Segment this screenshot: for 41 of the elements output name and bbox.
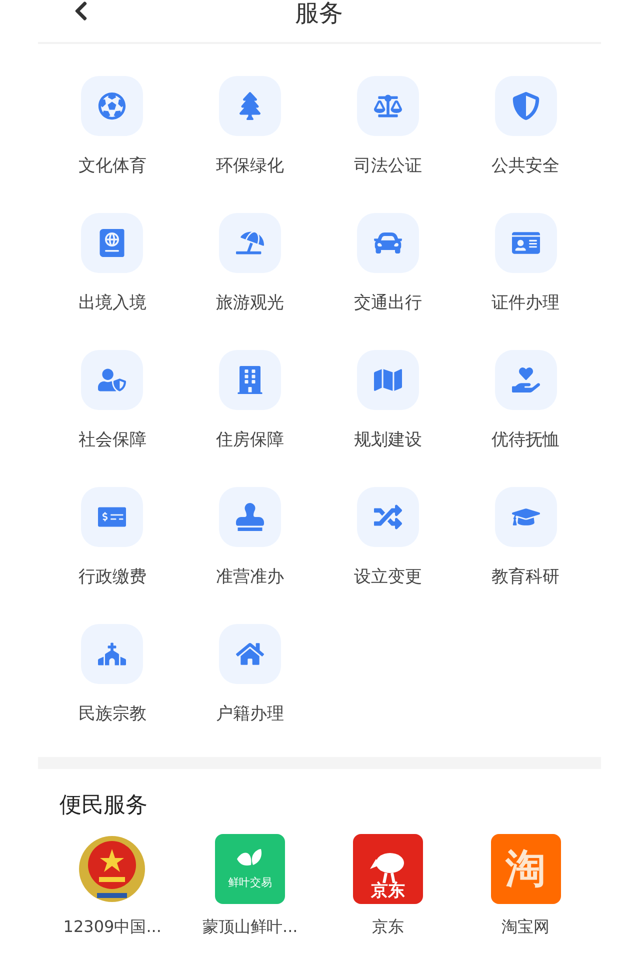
service-item[interactable]: 社会保障 — [44, 350, 182, 449]
map-icon — [374, 366, 402, 394]
service-item[interactable]: 民族宗教 — [44, 624, 182, 723]
user-shield-icon — [98, 366, 126, 394]
church-icon — [98, 640, 126, 668]
app-item[interactable]: 鲜叶交易 蒙顶山鲜叶... — [181, 833, 319, 935]
app-item[interactable]: 京东 京东 — [319, 833, 457, 935]
id-card-icon — [512, 229, 540, 257]
emblem-logo — [77, 833, 148, 905]
shield-icon — [512, 92, 540, 120]
logo-text: 淘 — [506, 849, 546, 889]
service-item[interactable]: 住房保障 — [181, 350, 319, 449]
service-item[interactable]: 旅游观光 — [181, 213, 319, 312]
beach-umbrella-icon — [236, 229, 264, 257]
building-icon — [236, 366, 264, 394]
service-item[interactable]: 环保绿化 — [181, 76, 319, 175]
service-item[interactable]: 公共安全 — [456, 76, 594, 175]
stamp-icon — [236, 503, 264, 531]
service-item[interactable]: 交通出行 — [319, 213, 457, 312]
house-icon — [236, 640, 264, 668]
page-title: 服务 — [295, 1, 343, 25]
hand-heart-icon — [512, 366, 540, 394]
service-item[interactable]: 规划建设 — [319, 350, 457, 449]
service-item[interactable]: 教育科研 — [456, 487, 594, 586]
service-item[interactable]: 设立变更 — [319, 487, 457, 586]
app-item[interactable]: 12309中国... — [44, 833, 182, 935]
service-item[interactable]: 文化体育 — [44, 76, 182, 175]
scales-icon — [374, 92, 402, 120]
service-item[interactable]: 优待抚恤 — [456, 350, 594, 449]
service-item[interactable]: 户籍办理 — [181, 624, 319, 723]
passport-icon — [98, 229, 126, 257]
section-title: 便民服务 — [60, 795, 148, 817]
service-item[interactable]: 出境入境 — [44, 213, 182, 312]
app-item[interactable]: 淘 淘宝网 — [456, 833, 594, 935]
logo-text: 鲜叶交易 — [228, 874, 272, 891]
service-item[interactable]: 准营准办 — [181, 487, 319, 586]
shuffle-icon — [374, 503, 402, 531]
service-item[interactable]: 司法公证 — [319, 76, 457, 175]
logo-text: 京东 — [370, 883, 405, 900]
service-item[interactable]: 证件办理 — [456, 213, 594, 312]
service-item[interactable]: 行政缴费 — [44, 487, 182, 586]
